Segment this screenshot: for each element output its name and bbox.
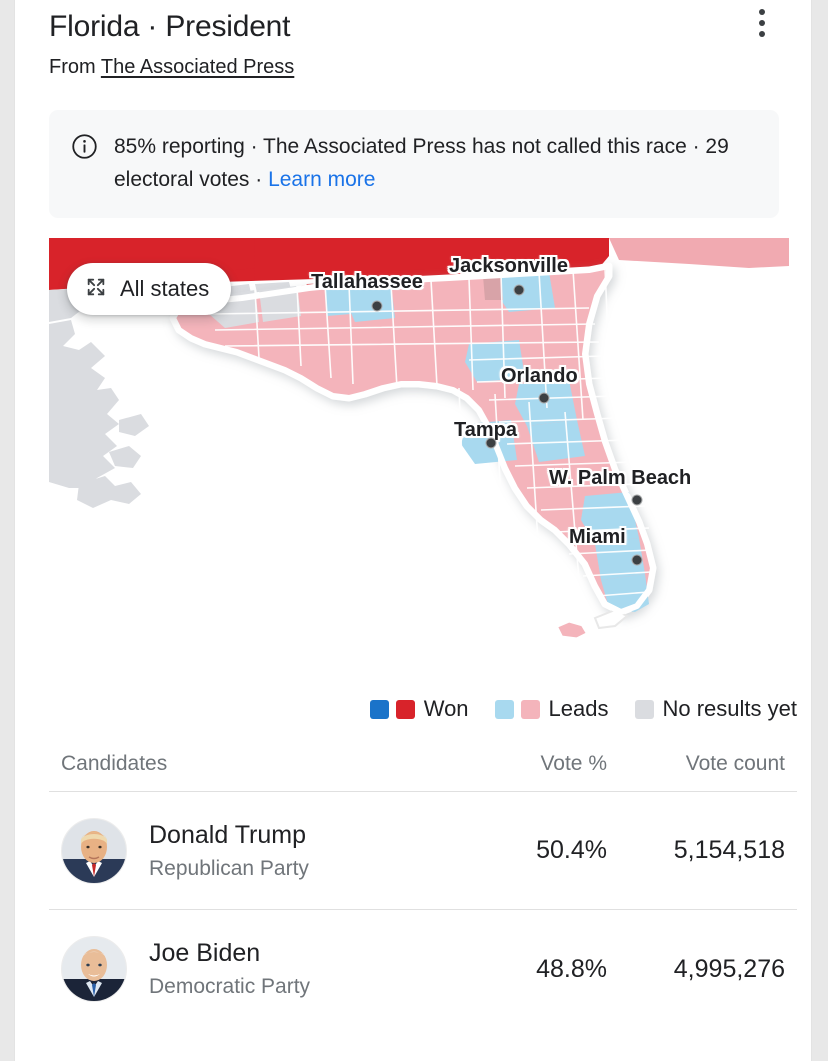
banner-status-text: 85% reporting · The Associated Press has… (114, 135, 729, 191)
column-header-vote-count: Vote count (607, 752, 785, 776)
kebab-dot (759, 31, 765, 37)
table-row[interactable]: Donald Trump Republican Party 50.4% 5,15… (49, 792, 797, 910)
election-result-card: Florida · President From The Associated … (14, 0, 812, 1061)
banner-text: 85% reporting · The Associated Press has… (114, 130, 757, 196)
column-header-vote-pct: Vote % (467, 752, 607, 776)
legend-swatch-red-leads (521, 700, 540, 719)
legend-swatches-leads (495, 700, 540, 719)
source-link[interactable]: The Associated Press (101, 56, 294, 78)
avatar (61, 936, 127, 1002)
city-dot-miami (632, 555, 643, 566)
city-dot-orlando (539, 393, 550, 404)
legend-item-won: Won (370, 698, 469, 720)
page-title: Florida · President (49, 8, 777, 46)
candidate-party: Democratic Party (149, 973, 310, 1001)
kebab-dot (759, 9, 765, 15)
table-header-row: Candidates Vote % Vote count (49, 752, 797, 792)
candidate-cell: Joe Biden Democratic Party (61, 936, 467, 1002)
vote-count: 4,995,276 (607, 955, 785, 984)
learn-more-link[interactable]: Learn more (268, 168, 375, 191)
info-circle-icon (71, 133, 98, 165)
kebab-menu-icon[interactable] (749, 6, 775, 40)
column-header-candidates: Candidates (61, 752, 467, 776)
city-dot-tallahassee (372, 301, 383, 312)
city-dot-w-palm-beach (632, 495, 643, 506)
card-header: Florida · President From The Associated … (15, 0, 811, 80)
candidate-info: Donald Trump Republican Party (149, 819, 309, 883)
results-table: Candidates Vote % Vote count (49, 752, 797, 1028)
avatar (61, 818, 127, 884)
city-dot-jacksonville (514, 285, 525, 296)
expand-arrows-icon (85, 276, 107, 302)
candidate-party: Republican Party (149, 855, 309, 883)
candidate-cell: Donald Trump Republican Party (61, 818, 467, 884)
florida-results-map[interactable]: Tallahassee Jacksonville Orlando Tampa W… (49, 238, 789, 670)
joe-biden-photo (62, 937, 126, 1001)
vote-count: 5,154,518 (607, 836, 785, 865)
reporting-status-banner: 85% reporting · The Associated Press has… (49, 110, 779, 218)
legend-swatches-won (370, 700, 415, 719)
source-line: From The Associated Press (49, 54, 777, 80)
map-legend: Won Leads No results yet (49, 698, 797, 720)
candidate-info: Joe Biden Democratic Party (149, 937, 310, 1001)
candidate-name: Joe Biden (149, 937, 310, 969)
screenshot-root: Florida · President From The Associated … (0, 0, 828, 1061)
legend-swatch-blue-won (370, 700, 389, 719)
county-layer (173, 266, 653, 640)
all-states-button[interactable]: All states (67, 263, 231, 315)
legend-swatch-red-won (396, 700, 415, 719)
legend-swatch-blue-leads (495, 700, 514, 719)
source-prefix: From (49, 56, 101, 78)
city-dot-tampa (486, 438, 497, 449)
legend-item-leads: Leads (495, 698, 609, 720)
legend-swatch-gray (635, 700, 654, 719)
table-row[interactable]: Joe Biden Democratic Party 48.8% 4,995,2… (49, 910, 797, 1028)
legend-label-leads: Leads (549, 698, 609, 720)
candidate-name: Donald Trump (149, 819, 309, 851)
legend-swatches-no-results (635, 700, 654, 719)
legend-label-won: Won (424, 698, 469, 720)
donald-trump-photo (62, 819, 126, 883)
vote-percent: 50.4% (467, 836, 607, 865)
kebab-dot (759, 20, 765, 26)
legend-item-no-results: No results yet (635, 698, 798, 720)
legend-label-no-results: No results yet (663, 698, 798, 720)
vote-percent: 48.8% (467, 955, 607, 984)
all-states-label: All states (120, 278, 209, 300)
